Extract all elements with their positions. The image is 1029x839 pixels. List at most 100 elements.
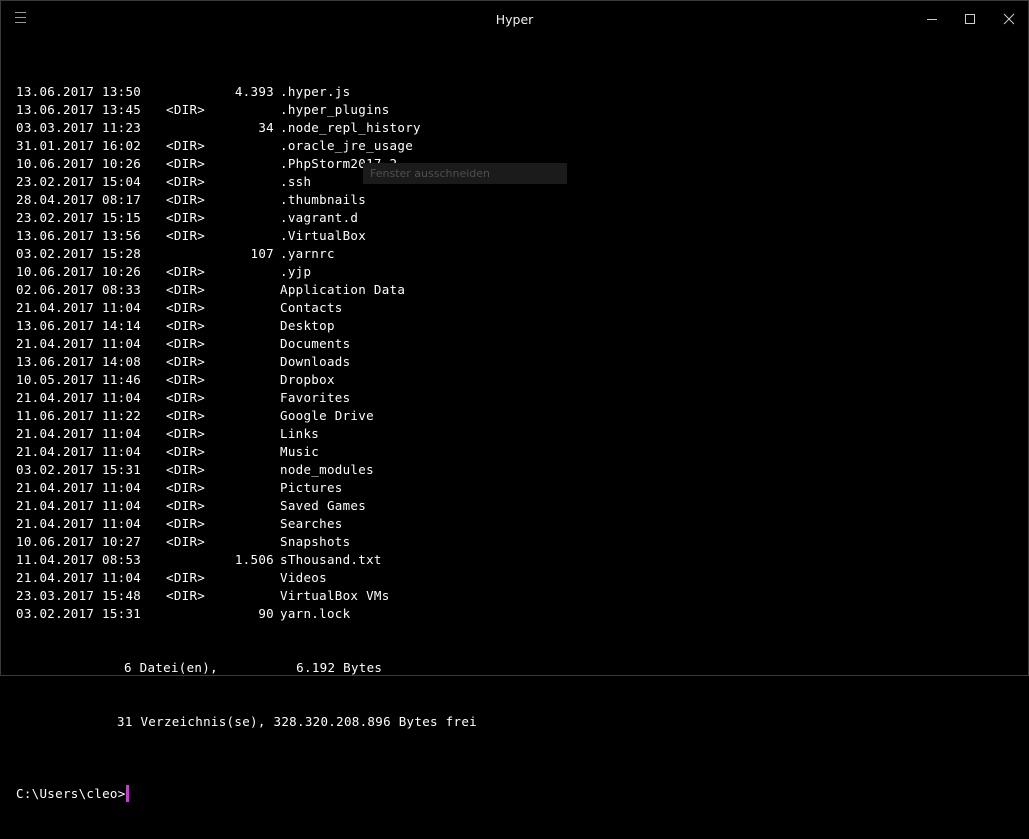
listing-name: .node_repl_history bbox=[280, 120, 421, 135]
listing-row: 03.03.2017 11:23 34 .node_repl_history bbox=[16, 119, 477, 137]
listing-name: .hyper_plugins bbox=[280, 102, 390, 117]
listing-dir-marker: <DIR> bbox=[166, 372, 206, 387]
listing-time: 13:56 bbox=[102, 228, 142, 243]
listing-time: 16:02 bbox=[102, 138, 142, 153]
listing-row: 10.06.2017 10:27 <DIR> Snapshots bbox=[16, 533, 477, 551]
close-icon[interactable] bbox=[999, 10, 1019, 28]
listing-name: .ssh bbox=[280, 174, 312, 189]
listing-date: 13.06.2017 bbox=[16, 84, 95, 99]
listing-time: 11:04 bbox=[102, 300, 142, 315]
listing-time: 10:26 bbox=[102, 264, 142, 279]
listing-date: 10.05.2017 bbox=[16, 372, 95, 387]
listing-name: .VirtualBox bbox=[280, 228, 367, 243]
hyper-window: Hyper 13.06.2017 13:50 4.393 .hyper.js 13.06… bbox=[0, 0, 1029, 802]
window-title: Hyper bbox=[495, 12, 534, 27]
listing-date: 21.04.2017 bbox=[16, 498, 95, 513]
listing-dir-marker: <DIR> bbox=[166, 336, 206, 351]
listing-dir-marker: <DIR> bbox=[166, 444, 206, 459]
listing-date: 10.06.2017 bbox=[16, 534, 95, 549]
listing-name: Google Drive bbox=[280, 408, 374, 423]
listing-date: 23.02.2017 bbox=[16, 174, 95, 189]
minimize-icon[interactable] bbox=[922, 10, 942, 28]
listing-date: 13.06.2017 bbox=[16, 354, 95, 369]
listing-dir-marker: <DIR> bbox=[166, 354, 206, 369]
listing-row: 21.04.2017 11:04 <DIR> Contacts bbox=[16, 299, 477, 317]
listing-name: Videos bbox=[280, 570, 327, 585]
listing-date: 21.04.2017 bbox=[16, 336, 95, 351]
listing-date: 21.04.2017 bbox=[16, 570, 95, 585]
listing-name: Dropbox bbox=[280, 372, 335, 387]
listing-time: 14:08 bbox=[102, 354, 142, 369]
listing-time: 11:04 bbox=[102, 516, 142, 531]
summary-directories: 31 Verzeichnis(se), 328.320.208.896 Byte… bbox=[117, 714, 477, 729]
listing-row: 23.02.2017 15:15 <DIR> .vagrant.d bbox=[16, 209, 477, 227]
listing-dir-marker: <DIR> bbox=[166, 426, 206, 441]
listing-row: 21.04.2017 11:04 <DIR> Searches bbox=[16, 515, 477, 533]
listing-date: 28.04.2017 bbox=[16, 192, 95, 207]
listing-date: 10.06.2017 bbox=[16, 156, 95, 171]
listing-name: .oracle_jre_usage bbox=[280, 138, 414, 153]
listing-row: 02.06.2017 08:33 <DIR> Application Data bbox=[16, 281, 477, 299]
listing-name: Favorites bbox=[280, 390, 351, 405]
listing-dir-marker: <DIR> bbox=[166, 588, 206, 603]
listing-time: 15:15 bbox=[102, 210, 142, 225]
listing-dir-marker: <DIR> bbox=[166, 174, 206, 189]
prompt-line[interactable]: C:\Users\cleo> bbox=[16, 785, 477, 803]
listing-row: 21.04.2017 11:04 <DIR> Music bbox=[16, 443, 477, 461]
listing-name: Pictures bbox=[280, 480, 343, 495]
listing-name: Links bbox=[280, 426, 320, 441]
listing-row: 10.06.2017 10:26 <DIR> .yjp bbox=[16, 263, 477, 281]
listing-dir-marker: <DIR> bbox=[166, 228, 206, 243]
listing-time: 13:45 bbox=[102, 102, 142, 117]
listing-time: 15:31 bbox=[102, 606, 142, 621]
listing-dir-marker: <DIR> bbox=[166, 480, 206, 495]
listing-dir-marker: <DIR> bbox=[166, 498, 206, 513]
listing-time: 11:04 bbox=[102, 336, 142, 351]
listing-date: 21.04.2017 bbox=[16, 426, 95, 441]
listing-dir-marker: <DIR> bbox=[166, 408, 206, 423]
maximize-icon[interactable] bbox=[960, 10, 980, 28]
title-bar[interactable]: Hyper bbox=[1, 1, 1028, 37]
listing-date: 10.06.2017 bbox=[16, 264, 95, 279]
listing-name: Searches bbox=[280, 516, 343, 531]
listing-size: 34 bbox=[258, 120, 274, 135]
listing-date: 23.03.2017 bbox=[16, 588, 95, 603]
text-cursor bbox=[125, 785, 129, 802]
listing-row: 23.03.2017 15:48 <DIR> VirtualBox VMs bbox=[16, 587, 477, 605]
listing-time: 11:22 bbox=[102, 408, 142, 423]
listing-date: 21.04.2017 bbox=[16, 516, 95, 531]
listing-name: Documents bbox=[280, 336, 351, 351]
listing-dir-marker: <DIR> bbox=[166, 390, 206, 405]
listing-dir-marker: <DIR> bbox=[166, 102, 206, 117]
listing-row: 11.04.2017 08:53 1.506 sThousand.txt bbox=[16, 551, 477, 569]
listing-row: 21.04.2017 11:04 <DIR> Favorites bbox=[16, 389, 477, 407]
listing-name: Saved Games bbox=[280, 498, 367, 513]
listing-date: 23.02.2017 bbox=[16, 210, 95, 225]
summary-files: 6 Datei(en), 6.192 Bytes bbox=[124, 660, 383, 675]
listing-time: 15:31 bbox=[102, 462, 142, 477]
listing-time: 10:26 bbox=[102, 156, 142, 171]
listing-time: 11:04 bbox=[102, 570, 142, 585]
listing-name: node_modules bbox=[280, 462, 374, 477]
listing-row: 31.01.2017 16:02 <DIR> .oracle_jre_usage bbox=[16, 137, 477, 155]
listing-time: 08:17 bbox=[102, 192, 142, 207]
listing-name: Application Data bbox=[280, 282, 406, 297]
listing-row: 03.02.2017 15:28 107 .yarnrc bbox=[16, 245, 477, 263]
listing-name: VirtualBox VMs bbox=[280, 588, 390, 603]
listing-date: 11.06.2017 bbox=[16, 408, 95, 423]
listing-dir-marker: <DIR> bbox=[166, 570, 206, 585]
listing-row: 11.06.2017 11:22 <DIR> Google Drive bbox=[16, 407, 477, 425]
listing-name: .vagrant.d bbox=[280, 210, 359, 225]
listing-row: 21.04.2017 11:04 <DIR> Saved Games bbox=[16, 497, 477, 515]
listing-date: 21.04.2017 bbox=[16, 300, 95, 315]
listing-time: 11:04 bbox=[102, 390, 142, 405]
listing-dir-marker: <DIR> bbox=[166, 516, 206, 531]
listing-row: 13.06.2017 14:08 <DIR> Downloads bbox=[16, 353, 477, 371]
listing-dir-marker: <DIR> bbox=[166, 282, 206, 297]
listing-name: Downloads bbox=[280, 354, 351, 369]
listing-dir-marker: <DIR> bbox=[166, 192, 206, 207]
listing-name: Desktop bbox=[280, 318, 335, 333]
listing-time: 08:53 bbox=[102, 552, 142, 567]
listing-time: 11:23 bbox=[102, 120, 142, 135]
listing-time: 13:50 bbox=[102, 84, 142, 99]
